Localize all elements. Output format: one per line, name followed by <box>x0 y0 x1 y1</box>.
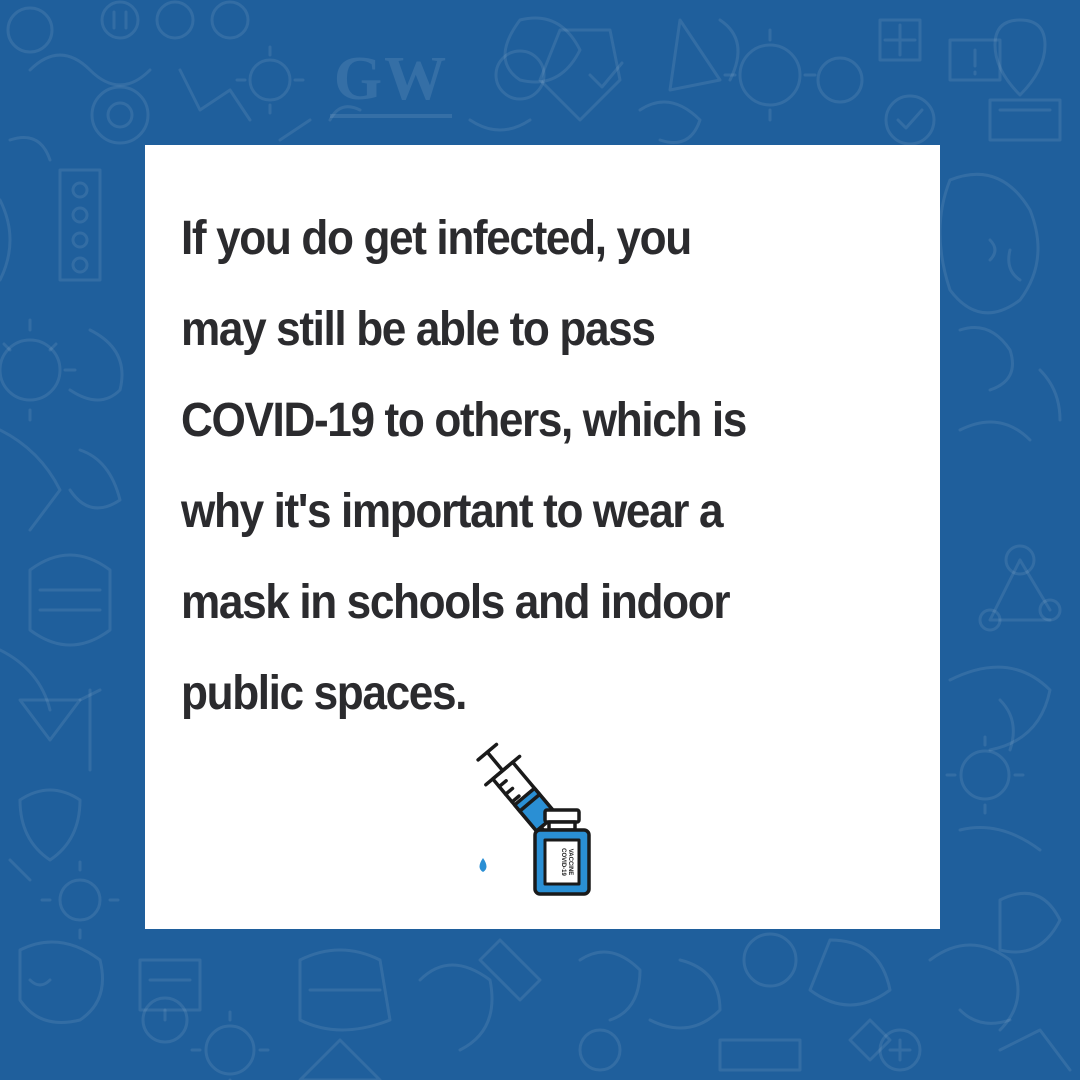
message-text: If you do get infected, you may still be… <box>181 193 853 739</box>
message-line: may still be able to pass <box>181 303 656 356</box>
message-line: If you do get infected, you <box>181 212 692 265</box>
message-line: mask in schools and indoor <box>181 576 730 629</box>
vial-label-line: COVID-19 <box>560 848 566 876</box>
message-card: If you do get infected, you may still be… <box>145 145 940 929</box>
vaccine-syringe-icon: COVID-19 VACCINE <box>476 742 591 896</box>
gw-logo: GW <box>326 44 456 124</box>
gw-logo-rule <box>330 114 452 118</box>
message-line: public spaces. <box>181 667 467 720</box>
message-line: COVID-19 to others, which is <box>181 394 747 447</box>
gw-logo-text: GW <box>333 45 449 113</box>
vial-label-line: VACCINE <box>567 849 573 876</box>
message-line: why it's important to wear a <box>181 485 724 538</box>
